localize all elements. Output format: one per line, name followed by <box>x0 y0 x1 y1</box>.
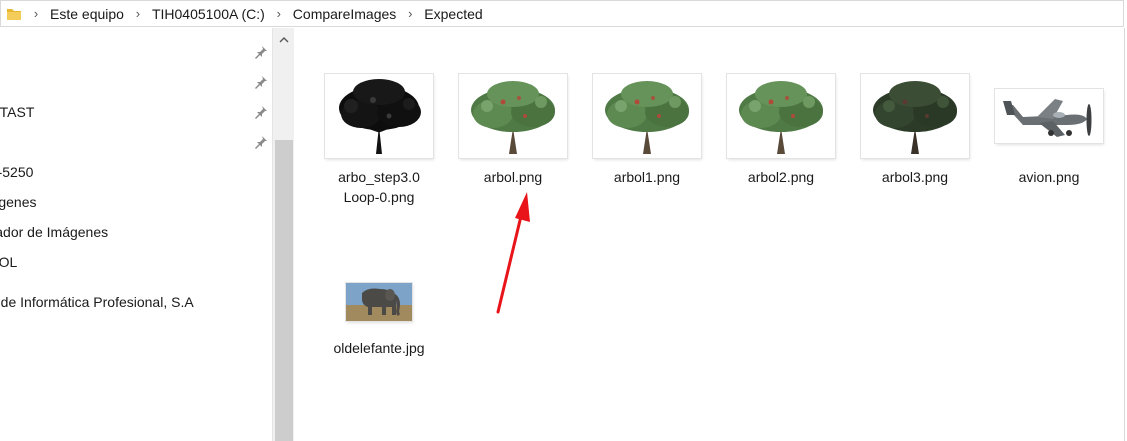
darkgreen-tree-thumbnail <box>861 74 969 158</box>
thumbnail <box>994 74 1104 158</box>
file-item[interactable]: arbo_step3.0 Loop-0.png <box>316 74 442 207</box>
chevron-right-icon[interactable]: › <box>399 6 421 21</box>
file-list-view: arbo_step3.0 Loop-0.png arbol.png arbol1… <box>296 28 1124 441</box>
breadcrumb-este-equipo[interactable]: Este equipo <box>47 6 127 22</box>
green-tree-thumbnail <box>727 74 835 158</box>
nav-item[interactable]: de Adaptador de Imágenes <box>0 219 108 245</box>
nav-item[interactable]: or de imágenes <box>0 189 37 215</box>
file-name[interactable]: arbol.png <box>453 167 573 187</box>
file-item[interactable]: arbol.png <box>450 74 576 187</box>
file-item[interactable]: oldelefante.jpg <box>316 275 442 358</box>
address-bar[interactable]: › Este equipo › TIH0405100A (C:) › Compa… <box>0 0 1124 27</box>
file-item[interactable]: arbol3.png <box>852 74 978 187</box>
thumbnail <box>592 74 702 158</box>
file-name[interactable]: arbol2.png <box>721 167 841 187</box>
nav-item[interactable]: or AS400-5250 <box>0 159 33 185</box>
folder-icon <box>3 4 25 24</box>
breadcrumb-compareimages[interactable]: CompareImages <box>290 6 400 22</box>
thumbnail <box>726 74 836 158</box>
thumbnail <box>458 74 568 158</box>
breadcrumb-expected[interactable]: Expected <box>421 6 485 22</box>
chevron-right-icon[interactable]: › <box>25 6 47 21</box>
nav-item[interactable]: MACION TAST <box>0 99 34 125</box>
nav-item[interactable]: T ESPAÑOL <box>0 249 17 275</box>
chevron-right-icon[interactable]: › <box>268 6 290 21</box>
nav-item[interactable]: Servicios de Informática Profesional, S.… <box>0 289 194 315</box>
file-name[interactable]: avion.png <box>989 167 1109 187</box>
breadcrumb-drive[interactable]: TIH0405100A (C:) <box>149 6 268 22</box>
pin-icon[interactable] <box>254 45 268 59</box>
window-border <box>1124 28 1125 441</box>
nav-list: s MACION TAST or AS400-5250 or de imágen… <box>0 28 272 441</box>
thumbnail <box>324 74 434 158</box>
navigation-pane: s MACION TAST or AS400-5250 or de imágen… <box>0 28 294 441</box>
file-item[interactable]: avion.png <box>986 74 1112 187</box>
green-tree-thumbnail <box>593 74 701 158</box>
green-tree-thumbnail <box>459 74 567 158</box>
thumbnail <box>860 74 970 158</box>
file-name[interactable]: arbo_step3.0 Loop-0.png <box>319 167 439 207</box>
file-item[interactable]: arbol1.png <box>584 74 710 187</box>
file-name[interactable]: oldelefante.jpg <box>319 338 439 358</box>
elephant-thumbnail <box>346 283 412 321</box>
scroll-up-arrow-icon[interactable] <box>273 28 294 50</box>
scroll-thumb[interactable] <box>275 140 293 441</box>
airplane-thumbnail <box>995 89 1103 143</box>
pin-icon[interactable] <box>254 135 268 149</box>
file-item[interactable]: arbol2.png <box>718 74 844 187</box>
dark-tree-thumbnail <box>325 74 433 158</box>
thumbnail <box>324 275 434 329</box>
file-name[interactable]: arbol3.png <box>855 167 975 187</box>
chevron-right-icon[interactable]: › <box>127 6 149 21</box>
file-name[interactable]: arbol1.png <box>587 167 707 187</box>
nav-scrollbar[interactable] <box>272 28 294 441</box>
pin-icon[interactable] <box>254 75 268 89</box>
pin-icon[interactable] <box>254 105 268 119</box>
